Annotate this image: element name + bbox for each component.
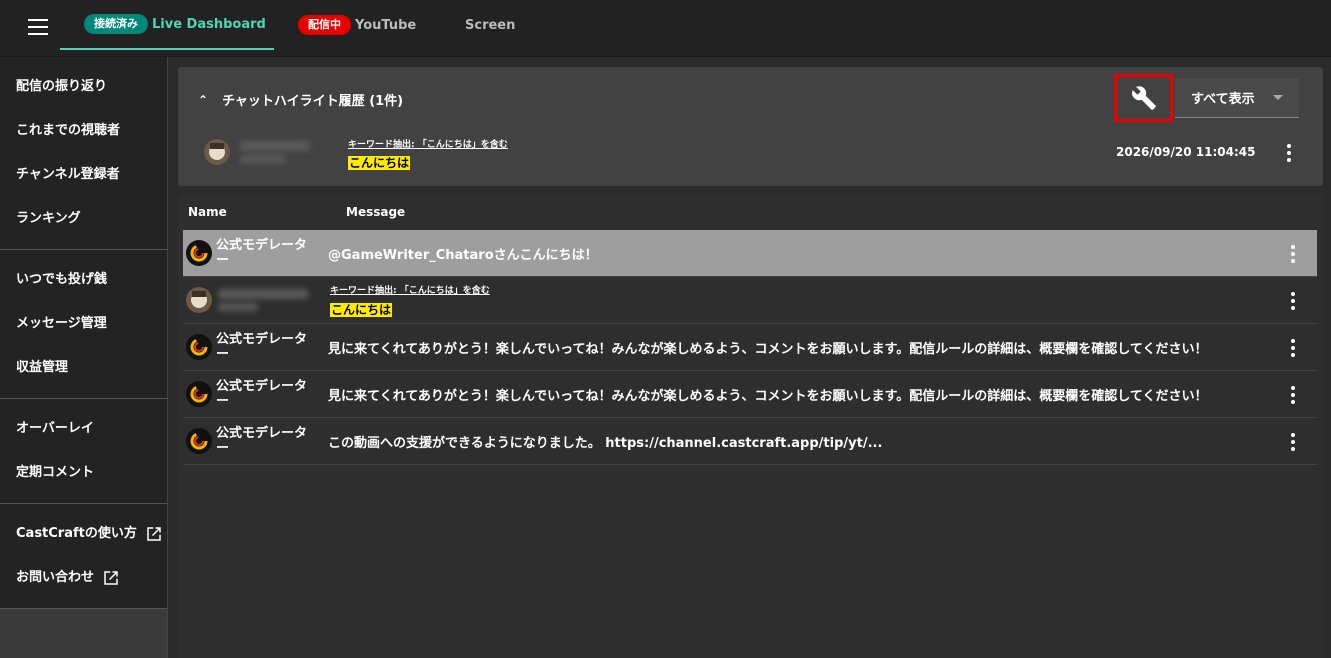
more-vert-icon[interactable]	[1287, 144, 1291, 162]
external-link-icon	[147, 527, 161, 541]
avatar	[204, 139, 230, 165]
castcraft-logo-icon	[186, 381, 212, 407]
castcraft-logo-icon	[186, 428, 212, 454]
chat-table: Name Message 公式モデレーター @GameWriter_Chatar…	[178, 195, 1323, 658]
keyword-label: キーワード抽出: 「こんにちは」を含む	[330, 285, 490, 296]
column-name: Name	[188, 205, 227, 219]
row-name: 公式モデレーター	[216, 379, 308, 409]
row-message: 見に来てくれてありがとう！楽しんでいってね！みんなが楽しめるよう、コメントをお願…	[328, 388, 1208, 404]
tab-label: Live Dashboard	[152, 16, 266, 32]
highlighted-text: こんにちは	[330, 302, 393, 317]
sidebar-item-message-management[interactable]: メッセージ管理	[0, 302, 167, 346]
row-name: 公式モデレーター	[216, 238, 308, 268]
table-row[interactable]: キーワード抽出: 「こんにちは」を含む こんにちは	[183, 277, 1317, 324]
select-value: すべて表示	[1191, 92, 1255, 107]
nav-group: いつでも投げ銭 メッセージ管理 収益管理	[0, 250, 167, 399]
row-message: この動画への支援ができるようになりました。 https://channel.ca…	[328, 435, 883, 451]
tab-live-dashboard[interactable]: 接続済み Live Dashboard	[60, 0, 274, 50]
highlight-timestamp: 2026/09/20 11:04:45	[1116, 145, 1256, 159]
sidebar-item-overlay[interactable]: オーバーレイ	[0, 407, 167, 451]
chevron-up-icon[interactable]: ⌃	[198, 93, 208, 107]
sidebar-item-subscribers[interactable]: チャンネル登録者	[0, 153, 167, 197]
nav-group: CastCraftの使い方 お問い合わせ	[0, 504, 167, 609]
sidebar-item-revenue[interactable]: 収益管理	[0, 346, 167, 390]
sidebar-item-contact[interactable]: お問い合わせ	[0, 556, 167, 600]
panel-title: チャットハイライト履歴 (1件)	[222, 94, 404, 109]
column-message: Message	[346, 205, 406, 219]
sidebar: 配信の振り返り これまでの視聴者 チャンネル登録者 ランキング いつでも投げ銭 …	[0, 57, 168, 658]
table-row[interactable]: 公式モデレーター 見に来てくれてありがとう！楽しんでいってね！みんなが楽しめるよ…	[183, 324, 1317, 371]
blurred-username	[240, 141, 310, 163]
table-row[interactable]: 公式モデレーター この動画への支援ができるようになりました。 https://c…	[183, 418, 1317, 465]
keyword-label: キーワード抽出: 「こんにちは」を含む	[348, 140, 508, 150]
nav-group: オーバーレイ 定期コメント	[0, 399, 167, 504]
wrench-icon	[1131, 86, 1156, 110]
row-message: @GameWriter_Chataroさんこんにちは！	[328, 247, 598, 263]
row-message: キーワード抽出: 「こんにちは」を含む こんにちは	[330, 283, 490, 318]
sidebar-item-label: CastCraftの使い方	[16, 526, 137, 541]
sidebar-item-past-viewers[interactable]: これまでの視聴者	[0, 109, 167, 153]
nav-group: 配信の振り返り これまでの視聴者 チャンネル登録者 ランキング	[0, 57, 167, 250]
tab-label: YouTube	[355, 17, 417, 33]
sidebar-item-anytime-tip[interactable]: いつでも投げ銭	[0, 258, 167, 302]
avatar	[186, 287, 212, 313]
more-vert-icon[interactable]	[1291, 245, 1295, 263]
sidebar-item-scheduled-comment[interactable]: 定期コメント	[0, 451, 167, 495]
sidebar-item-ranking[interactable]: ランキング	[0, 197, 167, 241]
more-vert-icon[interactable]	[1291, 339, 1295, 357]
sidebar-item-stream-review[interactable]: 配信の振り返り	[0, 65, 167, 109]
chat-highlight-panel: ⌃ チャットハイライト履歴 (1件) すべて表示 キーワード抽出: 「こんにちは…	[178, 67, 1323, 186]
row-name: 公式モデレーター	[216, 332, 308, 362]
tab-youtube[interactable]: 配信中 YouTube	[298, 0, 416, 50]
castcraft-logo-icon	[186, 334, 212, 360]
tab-label: Screen	[465, 17, 516, 33]
sidebar-item-howto[interactable]: CastCraftの使い方	[0, 512, 167, 556]
connected-badge: 接続済み	[84, 14, 148, 34]
row-name: 公式モデレーター	[216, 426, 308, 456]
settings-wrench-button[interactable]	[1114, 74, 1173, 122]
table-row[interactable]: 公式モデレーター 見に来てくれてありがとう！楽しんでいってね！みんなが楽しめるよ…	[183, 371, 1317, 418]
more-vert-icon[interactable]	[1291, 433, 1295, 451]
row-message: 見に来てくれてありがとう！楽しんでいってね！みんなが楽しめるよう、コメントをお願…	[328, 341, 1208, 357]
sidebar-item-label: お問い合わせ	[16, 570, 95, 585]
menu-icon[interactable]	[28, 19, 48, 35]
highlighted-text: こんにちは	[348, 156, 411, 170]
more-vert-icon[interactable]	[1291, 292, 1295, 310]
external-link-icon	[104, 571, 118, 585]
panel-header[interactable]: ⌃ チャットハイライト履歴 (1件)	[198, 90, 404, 110]
blurred-username	[218, 289, 330, 311]
filter-select[interactable]: すべて表示	[1175, 78, 1299, 118]
highlight-message: キーワード抽出: 「こんにちは」を含む こんにちは	[348, 137, 508, 171]
sidebar-footer	[0, 609, 167, 658]
more-vert-icon[interactable]	[1291, 386, 1295, 404]
tab-screen[interactable]: Screen	[465, 0, 515, 50]
top-bar: 接続済み Live Dashboard 配信中 YouTube Screen	[0, 0, 1331, 57]
table-header: Name Message	[178, 195, 1323, 229]
table-row[interactable]: 公式モデレーター @GameWriter_Chataroさんこんにちは！	[183, 230, 1317, 277]
highlight-item	[204, 139, 310, 165]
castcraft-logo-icon	[186, 240, 212, 266]
live-badge: 配信中	[298, 15, 351, 35]
dropdown-arrow-icon	[1273, 95, 1283, 100]
